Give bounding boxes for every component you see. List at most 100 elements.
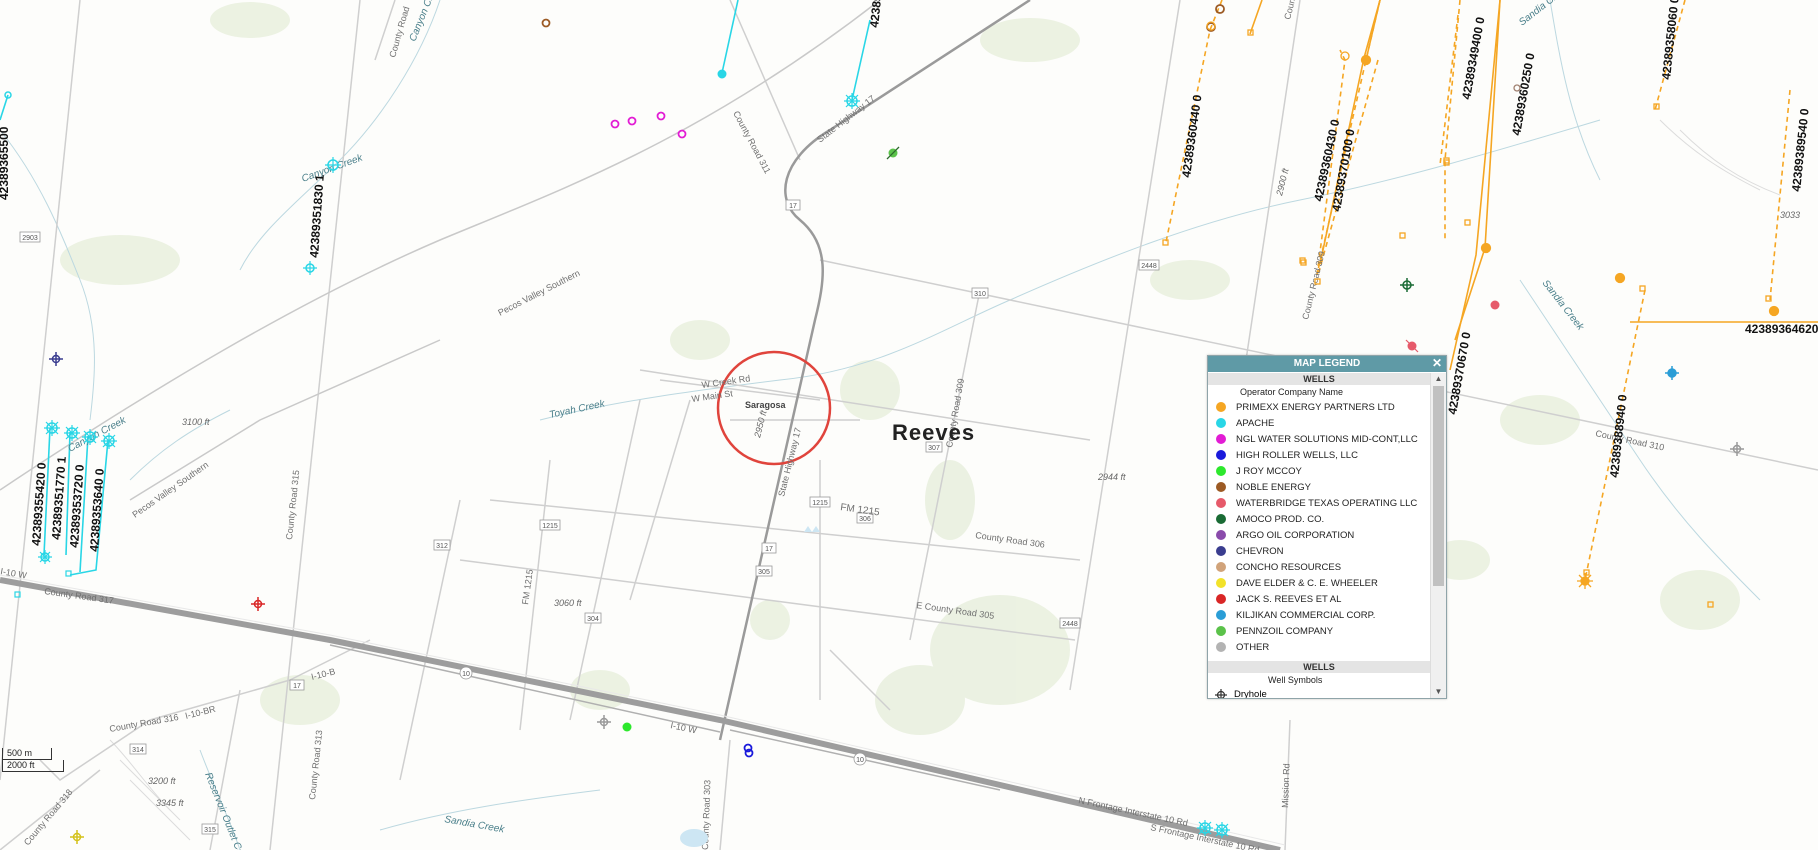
operator-color-swatch (1216, 562, 1226, 572)
well-apache (717, 69, 727, 79)
operator-color-swatch (1216, 594, 1226, 604)
creek-label: Sandia Creek (443, 814, 506, 836)
legend-body[interactable]: WELLS Operator Company Name PRIMEXX ENER… (1208, 373, 1430, 698)
operator-name: WATERBRIDGE TEXAS OPERATING LLC (1236, 497, 1418, 509)
operator-name: CONCHO RESOURCES (1236, 561, 1342, 573)
svg-text:305: 305 (758, 569, 770, 576)
elevation-label: 3033 (1780, 210, 1800, 220)
operator-name: PRIMEXX ENERGY PARTNERS LTD (1236, 401, 1395, 413)
legend-operator-item: APACHE (1208, 415, 1430, 431)
town-label: Saragosa (745, 400, 787, 410)
well-label: 42389351830 1 (307, 174, 327, 259)
well-primexx-injection (1577, 573, 1593, 589)
apache-laterals (0, 0, 871, 576)
road-label: Mission Rd (1280, 763, 1292, 808)
legend-symbol-row: Dryhole (1208, 687, 1430, 698)
road-label: County Road 30 (1282, 0, 1307, 20)
well-apache-injection (303, 261, 317, 275)
well-apache-injection (101, 433, 117, 449)
operator-name: OTHER (1236, 641, 1270, 653)
operator-color-swatch (1216, 466, 1226, 476)
legend-operator-item: ARGO OIL CORPORATION (1208, 527, 1430, 543)
map-legend-panel[interactable]: MAP LEGEND ✕ WELLS Operator Company Name… (1207, 355, 1447, 699)
elevation-label: 3060 ft (554, 598, 582, 608)
shield-17-c: 17 (289, 679, 305, 691)
well-ngl (677, 129, 687, 139)
well-jack-reeves (251, 597, 265, 611)
legend-scrollbar[interactable]: ▲ ▼ (1430, 373, 1446, 698)
legend-operator-item: NOBLE ENERGY (1208, 479, 1430, 495)
creeks (0, 0, 1761, 850)
legend-subheading-operator: Operator Company Name (1240, 387, 1344, 397)
road-label: County Road 310 (1595, 428, 1666, 452)
well-label: 42389364620 0 (1745, 322, 1818, 336)
legend-operator-item: HIGH ROLLER WELLS, LLC (1208, 447, 1430, 463)
shield-312: 312 (433, 539, 451, 551)
road-label: N Frontage Interstate 10 Rd (1078, 795, 1189, 828)
well-label: 42389351770 1 (49, 456, 69, 541)
shield-310: 310 (971, 287, 989, 299)
legend-operator-item: CHEVRON (1208, 543, 1430, 559)
map-canvas[interactable]: 17 310 307 1215 1215 306 17 305 304 312 … (0, 0, 1818, 850)
creek-label: Canyon Creek (408, 0, 443, 43)
svg-text:17: 17 (765, 546, 773, 553)
close-icon[interactable]: ✕ (1431, 357, 1443, 369)
svg-text:17: 17 (789, 203, 797, 210)
well-primexx (1614, 272, 1626, 284)
creek-label: Toyah Creek (548, 398, 606, 421)
operator-color-swatch (1216, 530, 1226, 540)
road-label: County Road 315 (284, 469, 301, 540)
well-ngl (627, 116, 637, 126)
scroll-thumb[interactable] (1433, 386, 1444, 586)
well-label: 42389389540 0 (1789, 108, 1812, 193)
operator-color-swatch (1216, 642, 1226, 652)
shield-315: 315 (201, 823, 219, 835)
road-shields: 17 310 307 1215 1215 306 17 305 304 312 … (19, 199, 1160, 835)
shield-2448-b: 2448 (1138, 259, 1160, 271)
legend-operator-item: PENNZOIL COMPANY (1208, 623, 1430, 639)
well-label: 42389360440 0 (1179, 94, 1205, 179)
well-other (597, 715, 611, 729)
svg-text:304: 304 (587, 616, 599, 623)
well-noble (1215, 4, 1225, 14)
legend-operator-item: J ROY MCCOY (1208, 463, 1430, 479)
vegetation-patches (60, 2, 1740, 735)
operator-color-swatch (1216, 514, 1226, 524)
road-label: I-10-BR (184, 704, 217, 721)
scroll-down-icon[interactable]: ▼ (1431, 686, 1446, 698)
scroll-up-icon[interactable]: ▲ (1431, 373, 1446, 385)
svg-text:2903: 2903 (22, 235, 38, 242)
legend-subheading-symbols: Well Symbols (1268, 675, 1323, 685)
road-label: I-10 W (670, 720, 698, 735)
well-apache-injection (44, 420, 60, 436)
well-apache-injection (38, 550, 52, 564)
water-body (680, 829, 708, 847)
well-primexx (1399, 232, 1406, 239)
legend-operator-item: JACK S. REEVES ET AL (1208, 591, 1430, 607)
legend-operator-item: DAVE ELDER & C. E. WHEELER (1208, 575, 1430, 591)
operator-name: APACHE (1236, 417, 1275, 429)
operator-name: HIGH ROLLER WELLS, LLC (1236, 449, 1358, 461)
operator-color-swatch (1216, 498, 1226, 508)
elevation-label: 2950 ft (752, 409, 769, 440)
scale-bar: 500 m 2000 ft (2, 748, 64, 772)
well-labels: 42389353400 42389365500 42389351830 1 42… (0, 0, 1818, 552)
shield-1215-a: 1215 (809, 496, 831, 508)
svg-text:2448: 2448 (1062, 621, 1078, 628)
creek-label: Sandia Creek (1540, 278, 1587, 333)
scale-imperial: 2000 ft (2, 760, 64, 772)
road-label: Pecos Valley Southern (496, 268, 581, 318)
legend-operator-item: CONCHO RESOURCES (1208, 559, 1430, 575)
well-apache-injection (1214, 822, 1230, 838)
legend-title: MAP LEGEND (1293, 358, 1361, 369)
well-waterbridge (1405, 339, 1419, 353)
well-primexx (1360, 54, 1372, 66)
legend-operator-item: OTHER (1208, 639, 1430, 655)
legend-operator-list: PRIMEXX ENERGY PARTNERS LTD APACHE NGL WAT… (1208, 399, 1430, 655)
well-amoco (1400, 278, 1414, 292)
elevation-labels: 3100 ft 3060 ft 2944 ft 3200 ft 3345 ft … (148, 167, 1800, 808)
shield-2448-a: 2448 (1059, 617, 1081, 629)
elevation-label: 3100 ft (182, 417, 210, 427)
road-label: County Road 306 (975, 530, 1046, 550)
well-label: 42389353720 0 (67, 464, 87, 549)
